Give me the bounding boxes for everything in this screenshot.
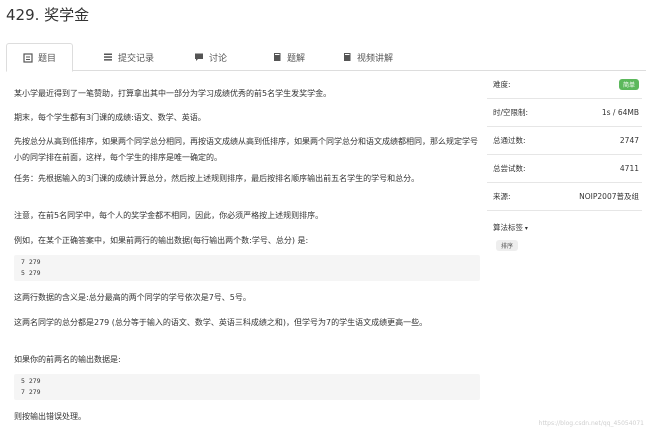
code-line: 5 279 <box>21 269 41 277</box>
list-icon <box>104 53 112 61</box>
info-value: 2747 <box>619 136 639 145</box>
watermark: https://blog.csdn.net/qq_45054071 <box>538 420 644 427</box>
problem-description: 某小学最近得到了一笔赞助，打算拿出其中一部分为学习成绩优秀的前5名学生发奖学金。… <box>6 71 482 430</box>
tab-discussion[interactable]: 讨论 <box>194 43 227 71</box>
paragraph: 这两名同学的总分都是279 (总分等于输入的语文、数学、英语三科成绩之和)，但学… <box>14 318 428 327</box>
tag-sort[interactable]: 排序 <box>496 240 519 251</box>
info-value: 1s / 64MB <box>601 108 639 117</box>
comment-icon <box>195 53 203 61</box>
difficulty-badge: 简单 <box>618 79 639 90</box>
tab-label: 讨论 <box>209 53 228 64</box>
info-label: 来源: <box>493 192 511 201</box>
tab-solutions[interactable]: 题解 <box>272 43 305 71</box>
tab-label: 题解 <box>287 53 306 64</box>
code-block: 5 279 7 279 <box>14 374 480 400</box>
info-row-passed: 总通过数: 2747 <box>487 127 642 155</box>
info-row-difficulty: 难度: 简单 <box>487 71 642 99</box>
paragraph: 期末，每个学生都有3门课的成绩:语文、数学、英语。 <box>14 113 206 122</box>
document-icon <box>23 52 33 63</box>
info-label: 总尝试数: <box>493 164 526 173</box>
info-value: NOIP2007普及组 <box>579 192 639 201</box>
tab-label: 视频讲解 <box>357 53 394 64</box>
tab-label: 提交记录 <box>118 53 155 64</box>
page-title: 429. 奖学金 <box>6 6 90 24</box>
tab-bar: 题目 提交记录 讨论 题解 视频讲解 <box>6 43 646 72</box>
paragraph: 这两行数据的含义是:总分最高的两个同学的学号依次是7号、5号。 <box>14 293 251 302</box>
tab-problem[interactable]: 题目 <box>6 43 74 72</box>
code-line: 7 279 <box>21 388 41 396</box>
caret-down-icon: ▾ <box>523 225 528 232</box>
paragraph: 注意，在前5名同学中，每个人的奖学金都不相同，因此，你必须严格按上述规则排序。 <box>14 211 324 220</box>
info-row-tries: 总尝试数: 4711 <box>487 155 642 183</box>
paragraph: 如果你的前两名的输出数据是: <box>14 355 121 364</box>
tags-label: 算法标签 <box>493 223 523 232</box>
book-icon <box>344 53 351 61</box>
paragraph: 则按输出错误处理。 <box>14 412 86 421</box>
tab-submissions[interactable]: 提交记录 <box>103 43 154 71</box>
paragraph: 任务：先根据输入的3门课的成绩计算总分，然后按上述规则排序，最后按排名顺序输出前… <box>14 174 420 183</box>
paragraph: 例如，在某个正确答案中，如果前两行的输出数据(每行输出两个数:学号、总分) 是: <box>14 236 309 245</box>
info-label: 时/空限制: <box>493 108 529 117</box>
info-value: 4711 <box>619 164 639 173</box>
info-row-limits: 时/空限制: 1s / 64MB <box>487 99 642 127</box>
paragraph: 先按总分从高到低排序，如果两个同学总分相同，再按语文成绩从高到低排序，如果两个同… <box>14 137 478 162</box>
tab-video[interactable]: 视频讲解 <box>342 43 393 71</box>
code-block: 7 279 5 279 <box>14 255 480 281</box>
info-label: 难度: <box>493 80 511 89</box>
algorithm-tags-toggle[interactable]: 算法标签 ▾ <box>493 222 528 233</box>
tab-label: 题目 <box>38 54 57 64</box>
code-line: 5 279 <box>21 377 41 385</box>
info-row-source: 来源: NOIP2007普及组 <box>487 183 642 211</box>
code-line: 7 279 <box>21 258 41 266</box>
paragraph: 某小学最近得到了一笔赞助，打算拿出其中一部分为学习成绩优秀的前5名学生发奖学金。 <box>14 89 332 98</box>
info-label: 总通过数: <box>493 136 526 145</box>
book-icon <box>274 53 281 61</box>
